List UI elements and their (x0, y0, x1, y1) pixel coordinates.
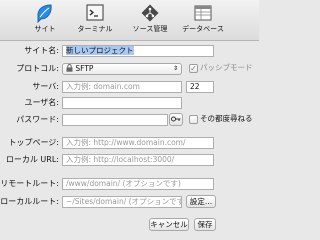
site-name-value: 新しいプロジェクト (66, 46, 134, 55)
toolbar-item-database[interactable]: データベース (178, 3, 228, 34)
local-url-field[interactable]: 入力例: http://localhost:3000/ (62, 154, 214, 166)
local-root-label: ローカルルート: (0, 197, 59, 206)
ask-each-time-checkbox[interactable] (189, 115, 198, 124)
password-label: パスワード: (16, 115, 59, 124)
save-button[interactable]: 保存 (194, 218, 216, 231)
local-url-placeholder: 入力例: http://localhost:3000/ (66, 155, 175, 164)
toolbar-item-terminal[interactable]: ターミナル (70, 3, 120, 34)
site-name-label: サイト名: (24, 46, 59, 55)
toolbar-label: ターミナル (77, 25, 113, 33)
site-settings-panel: サイト名: 新しいプロジェクト プロトコル: SFTP ⇕ ✓ パッシブモード … (0, 41, 259, 240)
toolbar-item-source-control[interactable]: ソース管理 (125, 3, 175, 34)
toolbar: サイト ターミナル ソース管理 データベース (0, 0, 259, 41)
top-page-field[interactable]: 入力例: http://www.domain.com/ (62, 137, 214, 149)
server-field[interactable]: 入力例: domain.com (62, 81, 182, 93)
remote-root-placeholder: /www/domain/ (オプションです) (66, 179, 181, 188)
local-root-placeholder: ~/Sites/domain/ (オプションです) (66, 197, 182, 206)
toolbar-item-site[interactable]: サイト (20, 3, 70, 34)
user-label: ユーザ名: (24, 98, 59, 107)
passive-mode-checkbox[interactable]: ✓ (189, 64, 198, 73)
protocol-select[interactable]: SFTP ⇕ (62, 63, 182, 75)
toolbar-label: データベース (182, 25, 224, 33)
toolbar-label: サイト (34, 25, 56, 33)
user-field[interactable] (62, 97, 182, 109)
password-field[interactable] (62, 114, 168, 126)
remote-root-label: リモートルート: (0, 179, 59, 188)
keychain-button[interactable] (169, 113, 183, 126)
port-field[interactable]: 22 (186, 81, 214, 93)
passive-mode-label: パッシブモード (200, 63, 253, 72)
local-root-field[interactable]: ~/Sites/domain/ (オプションです) (62, 196, 182, 208)
key-icon (171, 116, 181, 122)
port-value: 22 (190, 82, 200, 91)
ask-each-time-label: その都度尋ねる (200, 114, 253, 123)
top-page-placeholder: 入力例: http://www.domain.com/ (66, 138, 186, 147)
protocol-label: プロトコル: (16, 64, 59, 73)
site-icon (37, 4, 52, 23)
server-placeholder: 入力例: domain.com (66, 82, 140, 91)
settings-button[interactable]: 設定... (186, 195, 216, 208)
local-url-label: ローカル URL: (5, 155, 59, 164)
site-name-field[interactable]: 新しいプロジェクト (62, 45, 214, 57)
protocol-value: SFTP (75, 64, 94, 73)
source-control-icon (141, 4, 159, 22)
database-icon (194, 5, 212, 21)
remote-root-field[interactable]: /www/domain/ (オプションです) (62, 178, 214, 190)
lock-icon (66, 64, 73, 72)
toolbar-label: ソース管理 (132, 25, 168, 33)
terminal-icon (86, 4, 104, 21)
cancel-button[interactable]: キャンセル (149, 218, 189, 231)
top-page-label: トップページ: (8, 138, 59, 147)
chevron-updown-icon: ⇕ (172, 65, 178, 72)
server-label: サーバ: (32, 82, 59, 91)
